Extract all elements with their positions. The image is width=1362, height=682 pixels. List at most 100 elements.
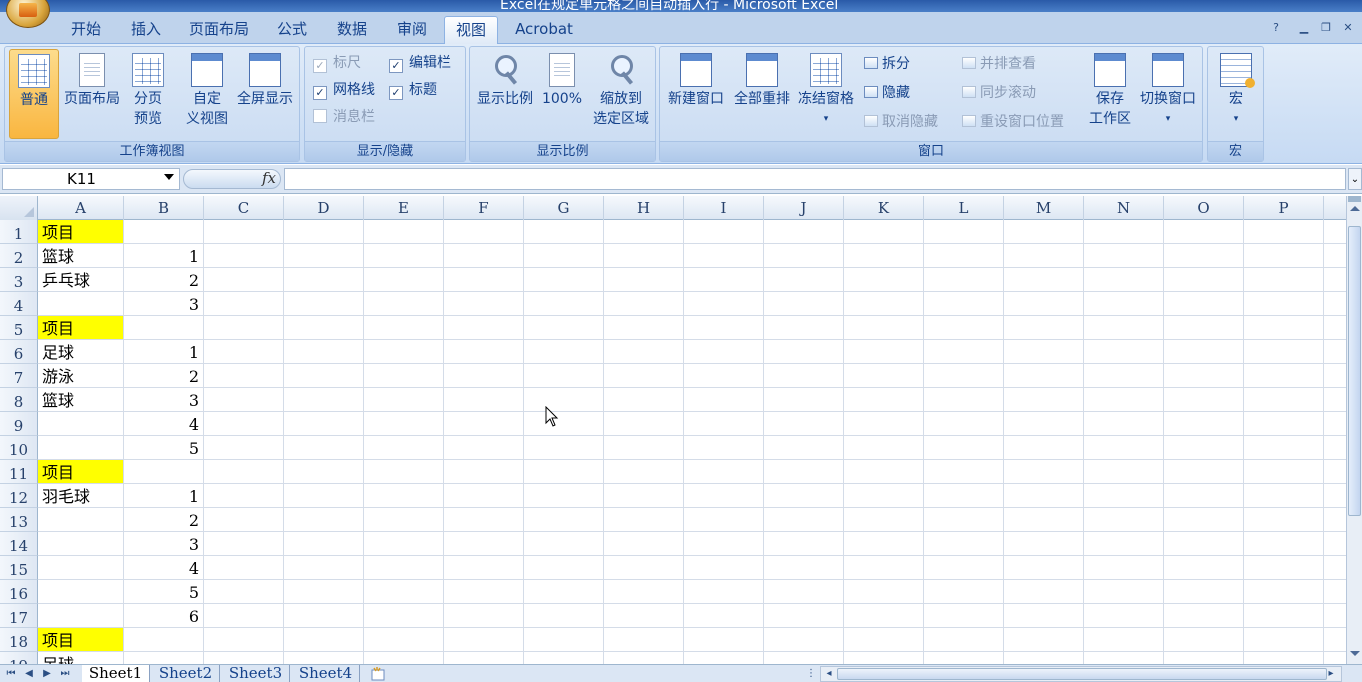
sync-scroll-button[interactable]: 同步滚动 [962, 82, 1036, 104]
cell-b[interactable]: 1 [124, 484, 204, 508]
save-workspace-button[interactable]: 保存 工作区 [1084, 49, 1136, 129]
cell-b[interactable]: 4 [124, 556, 204, 580]
empty-cells[interactable] [204, 268, 1346, 292]
unhide-button[interactable]: 取消隐藏 [864, 111, 938, 133]
horizontal-scrollbar[interactable] [820, 666, 1342, 682]
column-header-l[interactable]: L [924, 196, 1004, 220]
custom-views-button[interactable]: 自定 义视图 [181, 49, 233, 129]
hscroll-thumb[interactable] [837, 668, 1327, 680]
row-header[interactable]: 12 [0, 484, 38, 508]
macros-button[interactable]: 宏 ▾ [1212, 49, 1260, 129]
tab-review[interactable]: 审阅 [384, 16, 440, 44]
scroll-up-icon[interactable] [1350, 206, 1360, 211]
cell-a[interactable]: 篮球 [38, 244, 124, 268]
prev-sheet-icon[interactable]: ◀ [22, 667, 36, 681]
row-header[interactable]: 7 [0, 364, 38, 388]
empty-cells[interactable] [204, 460, 1346, 484]
cell-b[interactable] [124, 628, 204, 652]
column-header-e[interactable]: E [364, 196, 444, 220]
normal-view-button[interactable]: 普通 [9, 49, 59, 139]
page-layout-view-button[interactable]: 页面布局 [61, 49, 123, 109]
cell-a[interactable]: 项目 [38, 628, 124, 652]
expand-formula-bar-icon[interactable]: ⌄ [1348, 168, 1362, 190]
empty-cells[interactable] [204, 364, 1346, 388]
help-icon[interactable]: ? [1268, 20, 1284, 36]
empty-cells[interactable] [204, 532, 1346, 556]
split-handle-icon[interactable]: ⋮ [804, 667, 818, 681]
zoom-button[interactable]: 显示比例 [472, 49, 538, 109]
column-header-h[interactable]: H [604, 196, 684, 220]
row-header[interactable]: 10 [0, 436, 38, 460]
fullscreen-button[interactable]: 全屏显示 [233, 49, 297, 109]
empty-cells[interactable] [204, 244, 1346, 268]
name-box[interactable]: K11 [2, 168, 180, 190]
close-icon[interactable]: ✕ [1340, 20, 1356, 36]
column-header-c[interactable]: C [204, 196, 284, 220]
row-header[interactable]: 5 [0, 316, 38, 340]
cell-a[interactable]: 篮球 [38, 388, 124, 412]
cell-b[interactable]: 5 [124, 436, 204, 460]
zoom-100-button[interactable]: 100% [540, 49, 584, 109]
cell-b[interactable]: 4 [124, 412, 204, 436]
cell-a[interactable]: 羽毛球 [38, 484, 124, 508]
cell-b[interactable]: 2 [124, 364, 204, 388]
column-header-n[interactable]: N [1084, 196, 1164, 220]
cell-b[interactable]: 6 [124, 604, 204, 628]
new-window-button[interactable]: 新建窗口 [664, 49, 728, 109]
column-header-j[interactable]: J [764, 196, 844, 220]
tab-acrobat[interactable]: Acrobat [502, 16, 586, 44]
cell-b[interactable] [124, 316, 204, 340]
sheet-tab[interactable]: Sheet4 [292, 665, 360, 682]
column-header-a[interactable]: A [38, 196, 124, 220]
empty-cells[interactable] [204, 220, 1346, 244]
column-header-m[interactable]: M [1004, 196, 1084, 220]
empty-cells[interactable] [204, 628, 1346, 652]
empty-cells[interactable] [204, 292, 1346, 316]
scroll-down-icon[interactable] [1350, 651, 1360, 656]
cell-b[interactable]: 1 [124, 244, 204, 268]
cell-a[interactable]: 足球 [38, 652, 124, 664]
row-header[interactable]: 13 [0, 508, 38, 532]
next-sheet-icon[interactable]: ▶ [40, 667, 54, 681]
cell-a[interactable]: 项目 [38, 316, 124, 340]
cell-a[interactable] [38, 436, 124, 460]
cell-a[interactable] [38, 508, 124, 532]
select-all-corner[interactable] [0, 196, 38, 220]
cell-b[interactable]: 3 [124, 532, 204, 556]
tab-view[interactable]: 视图 [444, 16, 498, 44]
vertical-scrollbar[interactable] [1346, 196, 1362, 664]
row-header[interactable]: 4 [0, 292, 38, 316]
first-sheet-icon[interactable]: ⏮ [4, 667, 18, 681]
tab-page-layout[interactable]: 页面布局 [178, 16, 260, 44]
scroll-left-icon[interactable]: ◂ [822, 667, 836, 681]
empty-cells[interactable] [204, 604, 1346, 628]
cell-b[interactable]: 2 [124, 508, 204, 532]
row-header[interactable]: 16 [0, 580, 38, 604]
empty-cells[interactable] [204, 556, 1346, 580]
row-header[interactable]: 9 [0, 412, 38, 436]
cell-b[interactable] [124, 652, 204, 664]
reset-window-position-button[interactable]: 重设窗口位置 [962, 111, 1064, 133]
scroll-right-icon[interactable]: ▸ [1324, 667, 1338, 681]
freeze-panes-button[interactable]: 冻结窗格 ▾ [794, 49, 858, 129]
cell-a[interactable] [38, 556, 124, 580]
insert-sheet-icon[interactable] [368, 666, 390, 682]
last-sheet-icon[interactable]: ⏭ [58, 667, 72, 681]
split-box[interactable] [1348, 196, 1361, 202]
cell-a[interactable]: 足球 [38, 340, 124, 364]
cell-b[interactable]: 5 [124, 580, 204, 604]
switch-windows-button[interactable]: 切换窗口 ▾ [1136, 49, 1200, 129]
empty-cells[interactable] [204, 412, 1346, 436]
cell-b[interactable] [124, 220, 204, 244]
empty-cells[interactable] [204, 340, 1346, 364]
split-button[interactable]: 拆分 [864, 53, 910, 75]
cell-b[interactable] [124, 460, 204, 484]
fx-icon[interactable]: fx [262, 169, 276, 187]
cell-a[interactable]: 项目 [38, 460, 124, 484]
row-header[interactable]: 19 [0, 652, 38, 664]
sheet-tab[interactable]: Sheet1 [82, 665, 150, 682]
empty-cells[interactable] [204, 652, 1346, 664]
hide-button[interactable]: 隐藏 [864, 82, 910, 104]
sheet-tab[interactable]: Sheet2 [152, 665, 220, 682]
cell-a[interactable] [38, 532, 124, 556]
